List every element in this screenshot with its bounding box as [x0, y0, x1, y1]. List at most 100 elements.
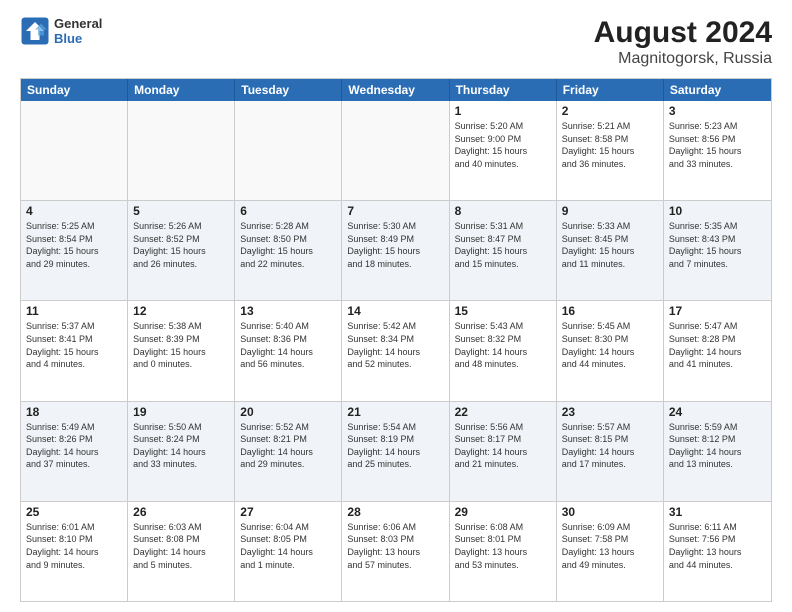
calendar-row-4: 25 Sunrise: 6:01 AM Sunset: 8:10 PM Dayli… — [21, 501, 771, 601]
day-number: 20 — [240, 405, 336, 419]
day-info: Sunrise: 5:37 AM Sunset: 8:41 PM Dayligh… — [26, 320, 122, 370]
day-number: 23 — [562, 405, 658, 419]
logo: General Blue — [20, 16, 102, 46]
day-info: Sunrise: 5:25 AM Sunset: 8:54 PM Dayligh… — [26, 220, 122, 270]
day-number: 19 — [133, 405, 229, 419]
page-title: August 2024 — [594, 16, 772, 50]
day-number: 14 — [347, 304, 443, 318]
calendar-cell — [342, 101, 449, 200]
day-info: Sunrise: 5:20 AM Sunset: 9:00 PM Dayligh… — [455, 120, 551, 170]
day-info: Sunrise: 5:26 AM Sunset: 8:52 PM Dayligh… — [133, 220, 229, 270]
calendar-cell: 14 Sunrise: 5:42 AM Sunset: 8:34 PM Dayli… — [342, 301, 449, 400]
day-number: 3 — [669, 104, 766, 118]
logo-text: General Blue — [54, 16, 102, 46]
calendar-cell: 28 Sunrise: 6:06 AM Sunset: 8:03 PM Dayli… — [342, 502, 449, 601]
calendar-cell: 10 Sunrise: 5:35 AM Sunset: 8:43 PM Dayli… — [664, 201, 771, 300]
day-number: 30 — [562, 505, 658, 519]
calendar-cell: 12 Sunrise: 5:38 AM Sunset: 8:39 PM Dayli… — [128, 301, 235, 400]
day-number: 6 — [240, 204, 336, 218]
calendar-cell: 8Sunrise: 5:31 AM Sunset: 8:47 PM Daylig… — [450, 201, 557, 300]
calendar-cell: 18 Sunrise: 5:49 AM Sunset: 8:26 PM Dayli… — [21, 402, 128, 501]
page: General Blue August 2024 Magnitogorsk, R… — [0, 0, 792, 612]
day-number: 7 — [347, 204, 443, 218]
calendar-cell: 2 Sunrise: 5:21 AM Sunset: 8:58 PM Daylig… — [557, 101, 664, 200]
calendar-cell: 22Sunrise: 5:56 AM Sunset: 8:17 PM Dayli… — [450, 402, 557, 501]
day-info: Sunrise: 6:01 AM Sunset: 8:10 PM Dayligh… — [26, 521, 122, 571]
day-number: 28 — [347, 505, 443, 519]
calendar: SundayMondayTuesdayWednesdayThursdayFrid… — [20, 78, 772, 602]
day-info: Sunrise: 5:40 AM Sunset: 8:36 PM Dayligh… — [240, 320, 336, 370]
day-info: Sunrise: 6:04 AM Sunset: 8:05 PM Dayligh… — [240, 521, 336, 571]
calendar-cell: 20 Sunrise: 5:52 AM Sunset: 8:21 PM Dayli… — [235, 402, 342, 501]
calendar-cell: 27 Sunrise: 6:04 AM Sunset: 8:05 PM Dayli… — [235, 502, 342, 601]
day-info: Sunrise: 5:52 AM Sunset: 8:21 PM Dayligh… — [240, 421, 336, 471]
day-info: Sunrise: 5:59 AM Sunset: 8:12 PM Dayligh… — [669, 421, 766, 471]
calendar-cell: 21Sunrise: 5:54 AM Sunset: 8:19 PM Dayli… — [342, 402, 449, 501]
calendar-cell: 24 Sunrise: 5:59 AM Sunset: 8:12 PM Dayli… — [664, 402, 771, 501]
calendar-cell: 29Sunrise: 6:08 AM Sunset: 8:01 PM Dayli… — [450, 502, 557, 601]
calendar-cell: 17 Sunrise: 5:47 AM Sunset: 8:28 PM Dayli… — [664, 301, 771, 400]
day-number: 26 — [133, 505, 229, 519]
header-cell-tuesday: Tuesday — [235, 79, 342, 101]
day-info: Sunrise: 5:31 AM Sunset: 8:47 PM Dayligh… — [455, 220, 551, 270]
day-info: Sunrise: 5:30 AM Sunset: 8:49 PM Dayligh… — [347, 220, 443, 270]
day-number: 12 — [133, 304, 229, 318]
day-info: Sunrise: 5:47 AM Sunset: 8:28 PM Dayligh… — [669, 320, 766, 370]
day-number: 25 — [26, 505, 122, 519]
header-cell-wednesday: Wednesday — [342, 79, 449, 101]
calendar-cell: 23 Sunrise: 5:57 AM Sunset: 8:15 PM Dayli… — [557, 402, 664, 501]
header-cell-monday: Monday — [128, 79, 235, 101]
day-info: Sunrise: 5:23 AM Sunset: 8:56 PM Dayligh… — [669, 120, 766, 170]
calendar-cell: 13 Sunrise: 5:40 AM Sunset: 8:36 PM Dayli… — [235, 301, 342, 400]
day-number: 15 — [455, 304, 551, 318]
logo-line1: General — [54, 16, 102, 31]
calendar-cell: 25 Sunrise: 6:01 AM Sunset: 8:10 PM Dayli… — [21, 502, 128, 601]
day-info: Sunrise: 5:38 AM Sunset: 8:39 PM Dayligh… — [133, 320, 229, 370]
calendar-cell: 7 Sunrise: 5:30 AM Sunset: 8:49 PM Daylig… — [342, 201, 449, 300]
day-info: Sunrise: 5:49 AM Sunset: 8:26 PM Dayligh… — [26, 421, 122, 471]
day-info: Sunrise: 5:54 AM Sunset: 8:19 PM Dayligh… — [347, 421, 443, 471]
day-info: Sunrise: 5:35 AM Sunset: 8:43 PM Dayligh… — [669, 220, 766, 270]
header-cell-friday: Friday — [557, 79, 664, 101]
header: General Blue August 2024 Magnitogorsk, R… — [20, 16, 772, 68]
calendar-row-0: 1 Sunrise: 5:20 AM Sunset: 9:00 PM Daylig… — [21, 101, 771, 200]
day-number: 17 — [669, 304, 766, 318]
calendar-body: 1 Sunrise: 5:20 AM Sunset: 9:00 PM Daylig… — [21, 101, 771, 601]
day-info: Sunrise: 5:42 AM Sunset: 8:34 PM Dayligh… — [347, 320, 443, 370]
calendar-row-3: 18 Sunrise: 5:49 AM Sunset: 8:26 PM Dayli… — [21, 401, 771, 501]
day-info: Sunrise: 6:09 AM Sunset: 7:58 PM Dayligh… — [562, 521, 658, 571]
day-number: 13 — [240, 304, 336, 318]
calendar-cell: 26 Sunrise: 6:03 AM Sunset: 8:08 PM Dayli… — [128, 502, 235, 601]
day-number: 1 — [455, 104, 551, 118]
day-info: Sunrise: 5:45 AM Sunset: 8:30 PM Dayligh… — [562, 320, 658, 370]
day-number: 18 — [26, 405, 122, 419]
calendar-cell: 4Sunrise: 5:25 AM Sunset: 8:54 PM Daylig… — [21, 201, 128, 300]
day-number: 16 — [562, 304, 658, 318]
calendar-cell: 6Sunrise: 5:28 AM Sunset: 8:50 PM Daylig… — [235, 201, 342, 300]
day-number: 24 — [669, 405, 766, 419]
calendar-cell — [128, 101, 235, 200]
header-cell-thursday: Thursday — [450, 79, 557, 101]
day-number: 10 — [669, 204, 766, 218]
page-subtitle: Magnitogorsk, Russia — [594, 50, 772, 68]
day-info: Sunrise: 5:21 AM Sunset: 8:58 PM Dayligh… — [562, 120, 658, 170]
day-info: Sunrise: 5:43 AM Sunset: 8:32 PM Dayligh… — [455, 320, 551, 370]
logo-icon — [20, 16, 50, 46]
day-number: 9 — [562, 204, 658, 218]
calendar-cell: 15 Sunrise: 5:43 AM Sunset: 8:32 PM Dayli… — [450, 301, 557, 400]
day-info: Sunrise: 5:33 AM Sunset: 8:45 PM Dayligh… — [562, 220, 658, 270]
calendar-cell: 30 Sunrise: 6:09 AM Sunset: 7:58 PM Dayli… — [557, 502, 664, 601]
calendar-row-1: 4Sunrise: 5:25 AM Sunset: 8:54 PM Daylig… — [21, 200, 771, 300]
day-number: 27 — [240, 505, 336, 519]
title-block: August 2024 Magnitogorsk, Russia — [594, 16, 772, 68]
calendar-header: SundayMondayTuesdayWednesdayThursdayFrid… — [21, 79, 771, 101]
calendar-cell: 9 Sunrise: 5:33 AM Sunset: 8:45 PM Daylig… — [557, 201, 664, 300]
day-info: Sunrise: 5:57 AM Sunset: 8:15 PM Dayligh… — [562, 421, 658, 471]
day-info: Sunrise: 6:06 AM Sunset: 8:03 PM Dayligh… — [347, 521, 443, 571]
day-number: 22 — [455, 405, 551, 419]
day-number: 29 — [455, 505, 551, 519]
calendar-cell: 11Sunrise: 5:37 AM Sunset: 8:41 PM Dayli… — [21, 301, 128, 400]
calendar-cell — [21, 101, 128, 200]
day-info: Sunrise: 6:03 AM Sunset: 8:08 PM Dayligh… — [133, 521, 229, 571]
day-number: 2 — [562, 104, 658, 118]
